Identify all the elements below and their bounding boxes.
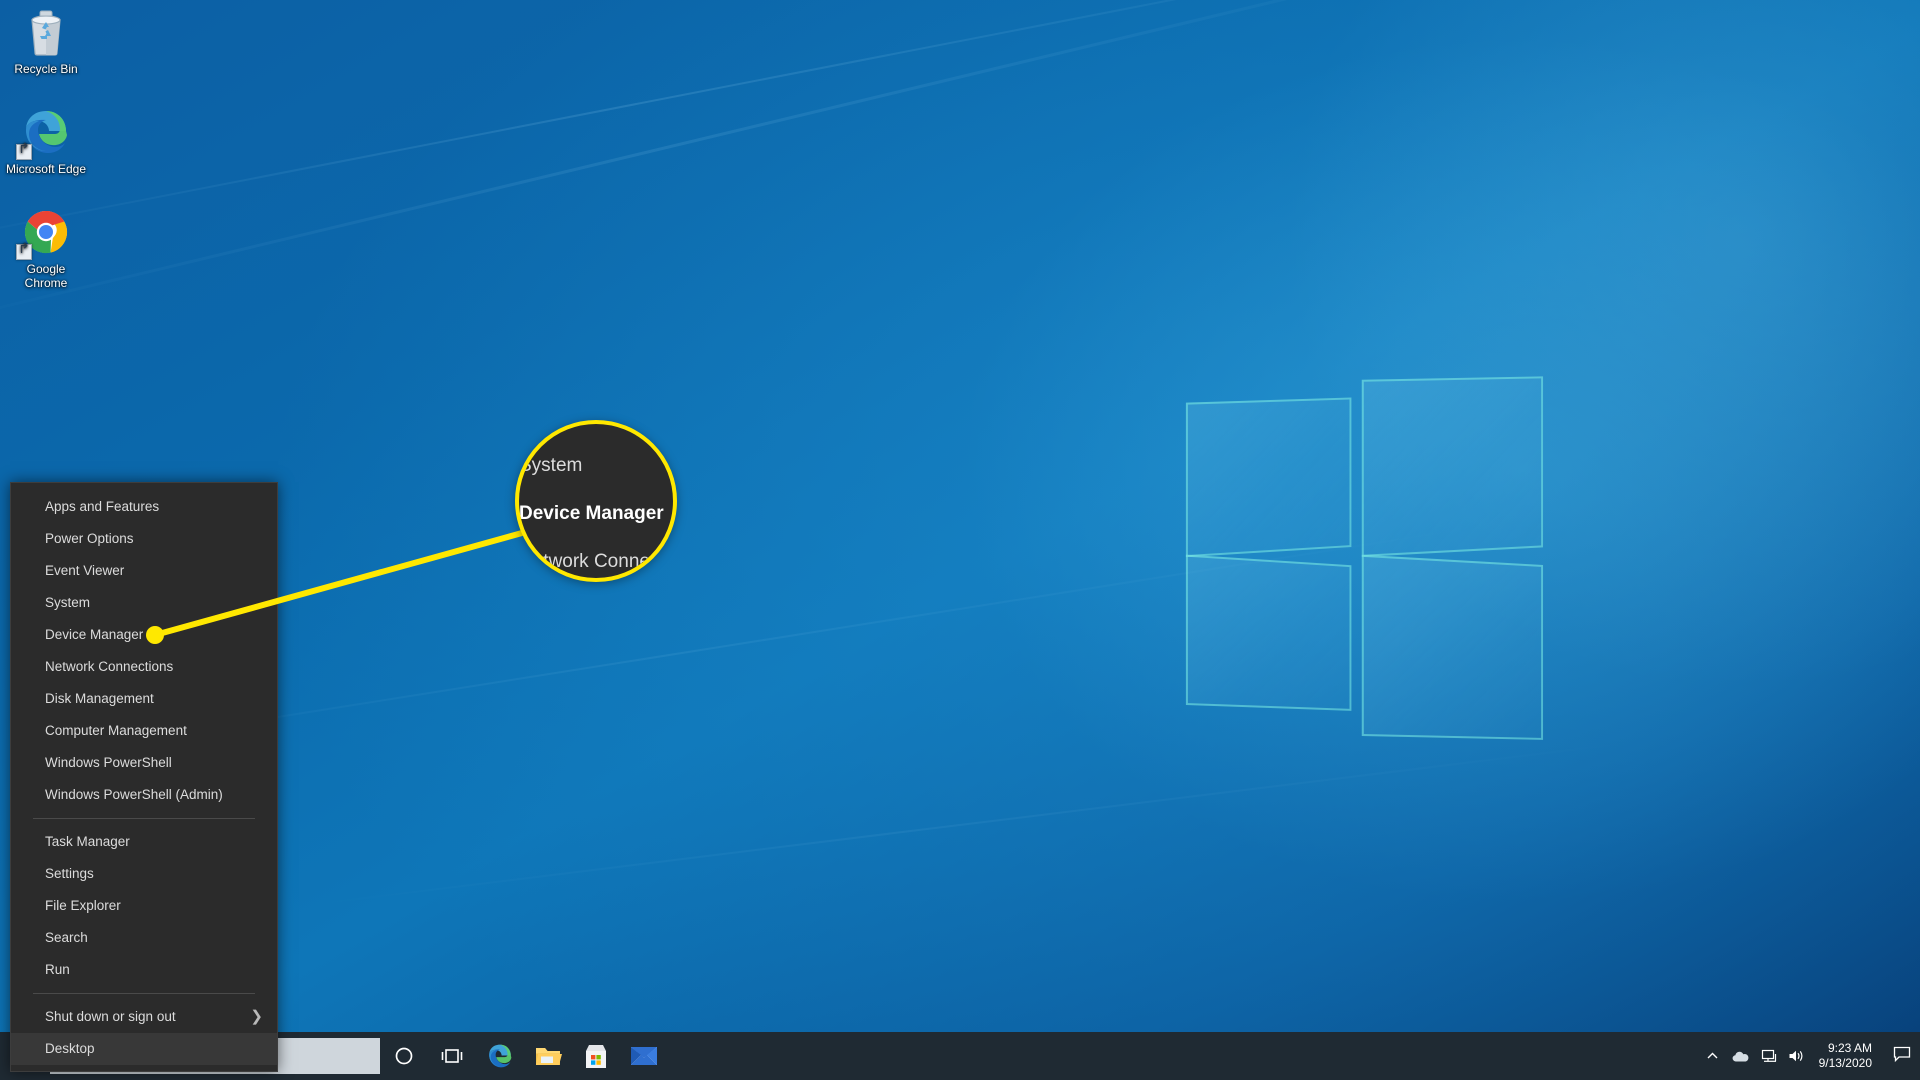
menu-item-label: System — [45, 595, 91, 610]
menu-item-power-options[interactable]: Power Options — [11, 523, 277, 555]
menu-item-settings[interactable]: Settings — [11, 858, 277, 890]
action-center-icon — [1893, 1046, 1911, 1066]
menu-item-network-connections[interactable]: Network Connections — [11, 651, 277, 683]
menu-item-label: Settings — [45, 866, 94, 881]
menu-item-task-manager[interactable]: Task Manager — [11, 826, 277, 858]
menu-item-desktop[interactable]: Desktop — [11, 1033, 277, 1065]
microsoft-edge-icon — [4, 108, 88, 160]
menu-item-label: Power Options — [45, 531, 134, 546]
menu-item-label: Search — [45, 930, 88, 945]
taskbar-button-microsoft-store[interactable] — [572, 1032, 620, 1080]
recycle-bin-icon — [4, 8, 88, 58]
file-explorer-icon — [534, 1044, 562, 1068]
clock-time: 9:23 AM — [1827, 1041, 1872, 1055]
menu-item-label: Apps and Features — [45, 499, 160, 514]
wallpaper-light-ray — [299, 740, 1641, 907]
desktop-icon-google-chrome[interactable]: Google Chrome — [4, 208, 88, 290]
desktop-icon-label: Google Chrome — [24, 262, 68, 290]
taskbar-button-microsoft-edge[interactable] — [476, 1032, 524, 1080]
microsoft-store-icon — [584, 1043, 608, 1069]
microsoft-edge-icon — [487, 1043, 513, 1069]
task-view-icon — [441, 1046, 463, 1066]
mail-icon — [630, 1045, 658, 1067]
menu-item-label: Network Connections — [45, 659, 174, 674]
menu-item-label: File Explorer — [45, 898, 121, 913]
taskbar-button-mail[interactable] — [620, 1032, 668, 1080]
menu-item-shut-down-or-sign-out[interactable]: Shut down or sign out ❯ — [11, 1001, 277, 1033]
magnifier-callout: System Device Manager Network Conne — [515, 420, 677, 582]
menu-item-apps-and-features[interactable]: Apps and Features — [11, 491, 277, 523]
volume-icon[interactable] — [1783, 1032, 1811, 1080]
chevron-right-icon: ❯ — [250, 1008, 263, 1025]
menu-item-label: Desktop — [45, 1041, 95, 1056]
menu-item-computer-management[interactable]: Computer Management — [11, 715, 277, 747]
clock[interactable]: 9:23 AM 9/13/2020 — [1811, 1032, 1884, 1080]
shortcut-arrow-icon — [16, 244, 32, 260]
menu-item-label: Task Manager — [45, 834, 130, 849]
show-hidden-icons-button[interactable] — [1699, 1032, 1727, 1080]
menu-item-system[interactable]: System — [11, 587, 277, 619]
menu-item-search[interactable]: Search — [11, 922, 277, 954]
system-tray[interactable]: 9:23 AM 9/13/2020 — [1699, 1032, 1920, 1080]
power-user-menu[interactable]: Apps and Features Power Options Event View… — [10, 482, 278, 1072]
clock-date: 9/13/2020 — [1818, 1056, 1872, 1070]
taskbar-button-task-view[interactable] — [428, 1032, 476, 1080]
menu-separator — [33, 818, 255, 819]
magnified-menu-item: System — [519, 455, 583, 476]
menu-item-label: Windows PowerShell (Admin) — [45, 787, 223, 802]
menu-item-label: Computer Management — [45, 723, 187, 738]
action-center-button[interactable] — [1884, 1032, 1920, 1080]
cortana-icon — [394, 1046, 414, 1066]
menu-item-label: Event Viewer — [45, 563, 125, 578]
menu-item-event-viewer[interactable]: Event Viewer — [11, 555, 277, 587]
menu-item-windows-powershell-admin[interactable]: Windows PowerShell (Admin) — [11, 779, 277, 811]
desktop-icon-label: Microsoft Edge — [5, 162, 87, 176]
menu-item-windows-powershell[interactable]: Windows PowerShell — [11, 747, 277, 779]
shortcut-arrow-icon — [16, 144, 32, 160]
menu-item-label: Shut down or sign out — [45, 1009, 176, 1024]
menu-separator — [33, 993, 255, 994]
taskbar-button-cortana[interactable] — [380, 1032, 428, 1080]
menu-item-label: Windows PowerShell — [45, 755, 172, 770]
desktop-icon-microsoft-edge[interactable]: Microsoft Edge — [4, 108, 88, 176]
google-chrome-icon — [4, 208, 88, 260]
network-icon[interactable] — [1755, 1032, 1783, 1080]
desktop-icon-recycle-bin[interactable]: Recycle Bin — [4, 8, 88, 76]
magnified-menu-item: Device Manager — [519, 503, 664, 524]
desktop-icon-label: Recycle Bin — [14, 62, 78, 76]
menu-item-label: Device Manager — [45, 627, 144, 642]
magnified-menu-items: System Device Manager Network Conne — [519, 442, 673, 578]
menu-item-disk-management[interactable]: Disk Management — [11, 683, 277, 715]
menu-item-device-manager[interactable]: Device Manager — [11, 619, 277, 651]
taskbar[interactable]: Type here to search — [0, 1032, 1920, 1080]
onedrive-icon[interactable] — [1727, 1032, 1755, 1080]
menu-item-label: Disk Management — [45, 691, 154, 706]
menu-item-run[interactable]: Run — [11, 954, 277, 986]
menu-item-label: Run — [45, 962, 70, 977]
taskbar-button-file-explorer[interactable] — [524, 1032, 572, 1080]
magnified-menu-item: Network Conne — [519, 551, 650, 572]
desktop-background[interactable]: Recycle Bin Microsoft Edge — [0, 0, 1920, 1080]
menu-item-file-explorer[interactable]: File Explorer — [11, 890, 277, 922]
windows-logo-wallpaper — [1185, 376, 1546, 746]
